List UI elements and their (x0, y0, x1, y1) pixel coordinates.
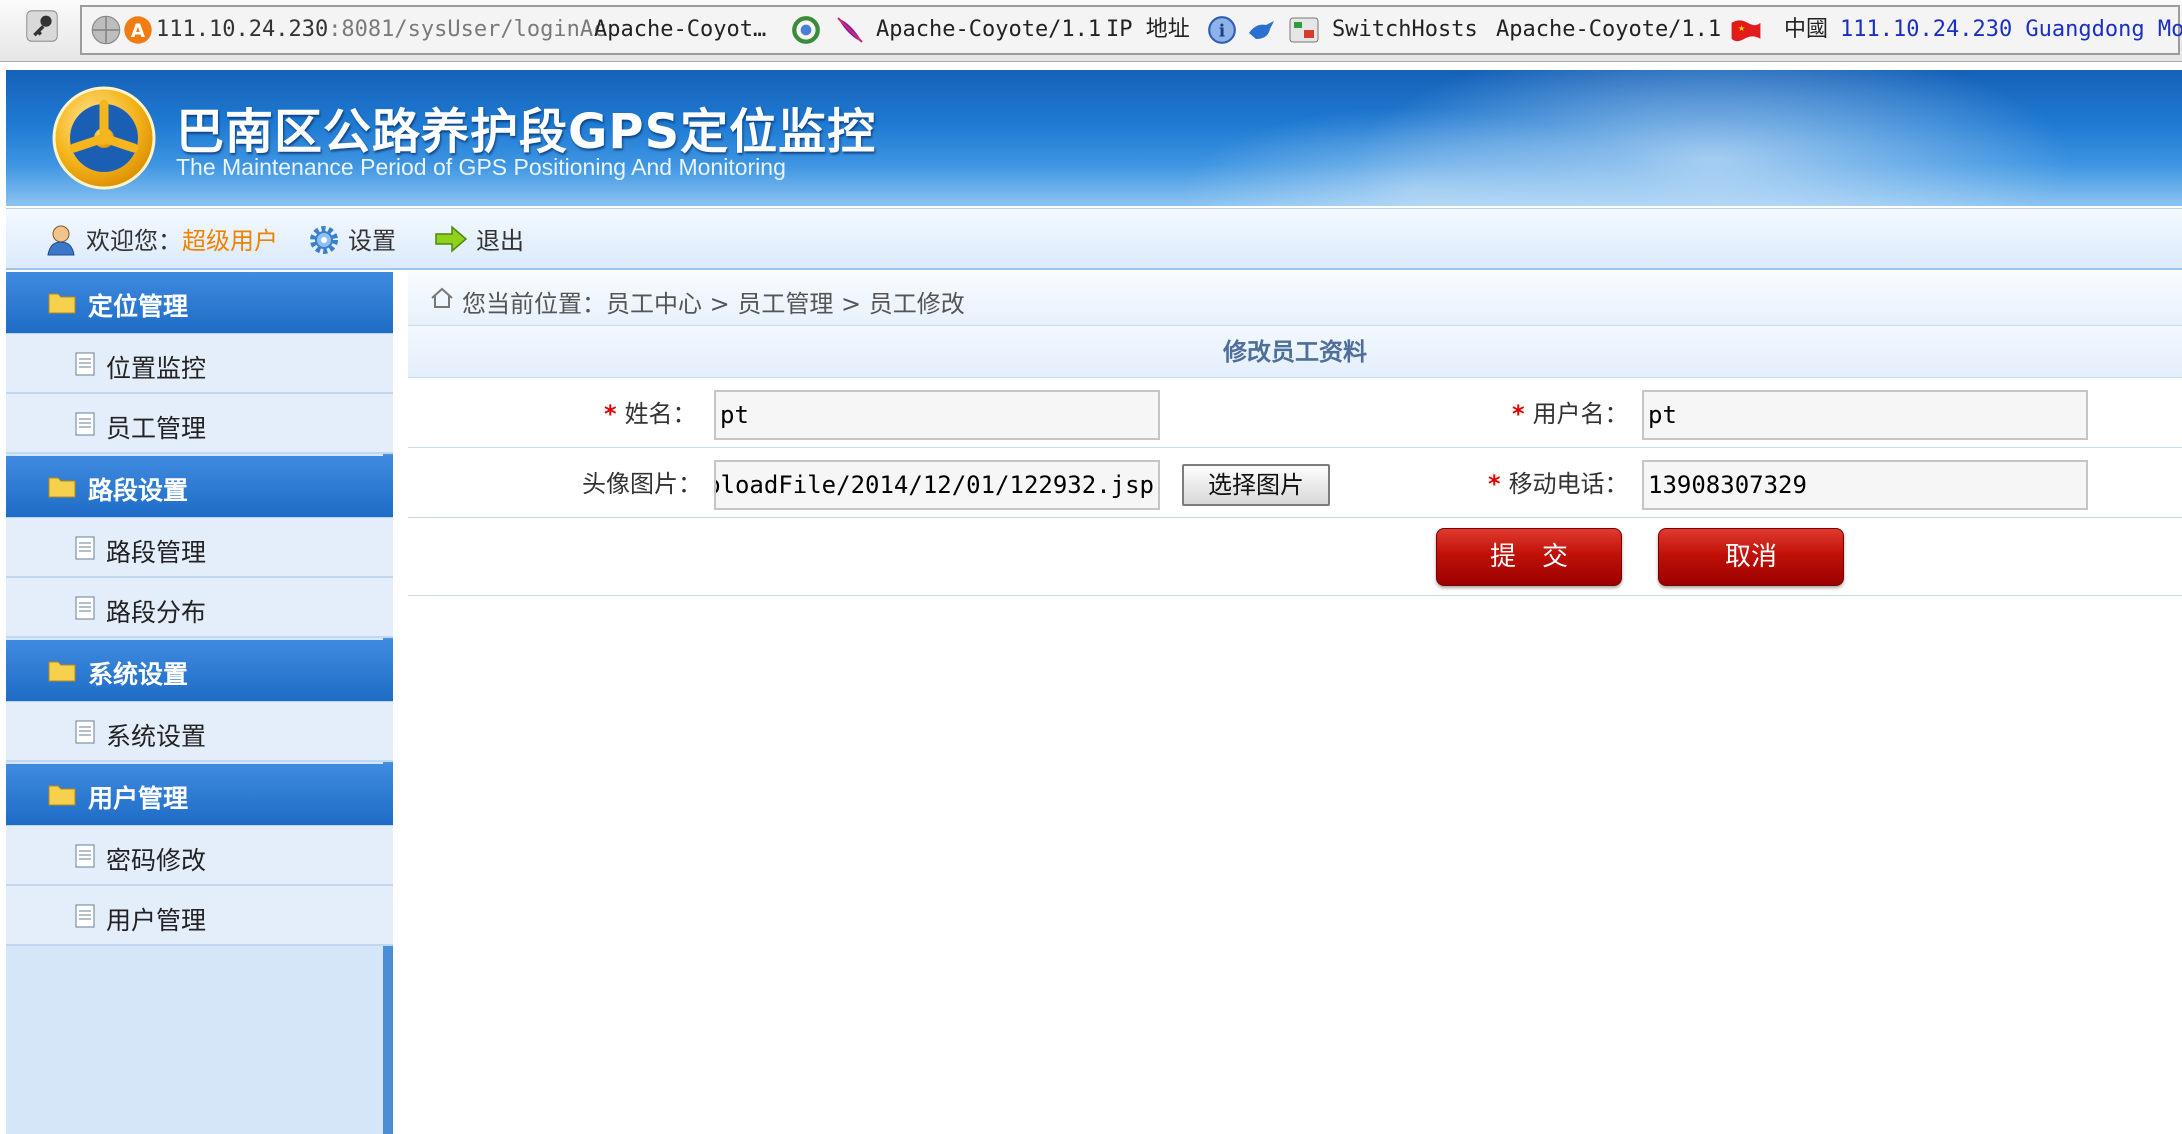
form-actions: 提 交 取消 (408, 518, 2182, 596)
avatar-label: 头像图片： (582, 470, 702, 498)
sidebar-group-road-settings[interactable]: 路段设置 (6, 456, 393, 518)
name-label: * 姓名： (604, 394, 697, 429)
form-title: 修改员工资料 (408, 326, 2182, 378)
key-icon[interactable] (26, 10, 58, 42)
settings-link[interactable]: 设置 (348, 226, 396, 256)
server-header-1[interactable]: Apache-Coyot… (594, 14, 766, 46)
geo-info[interactable]: 111.10.24.230 Guangdong Mobil (1840, 14, 2182, 46)
home-icon (431, 287, 453, 308)
folder-icon (48, 293, 76, 314)
sidebar-item-label: 路段管理 (106, 538, 207, 567)
sidebar-item-road-management[interactable]: 路段管理 (6, 518, 393, 578)
name-field[interactable]: pt (714, 390, 1160, 440)
required-mark: * (604, 400, 617, 428)
sidebar-item-label: 路段分布 (106, 598, 207, 627)
required-mark: * (1488, 470, 1501, 498)
svg-text:A: A (131, 21, 146, 42)
folder-icon (48, 477, 76, 498)
sidebar-item-label: 位置监控 (106, 354, 207, 383)
sidebar-item-location-monitor[interactable]: 位置监控 (6, 334, 393, 394)
breadcrumb-text: 您当前位置：员工中心 > 员工管理 > 员工修改 (462, 290, 965, 318)
svg-text:i: i (1219, 21, 1226, 41)
document-icon (75, 412, 95, 436)
country-label: 中國 (1784, 17, 1829, 42)
avatar-path-value: UploadFile/2014/12/01/122932.jsp (714, 471, 1154, 499)
document-icon (75, 844, 95, 868)
bird-icon[interactable] (1246, 14, 1278, 46)
server-header-3[interactable]: Apache-Coyote/1.1 (1496, 14, 1721, 46)
folder-icon (48, 785, 76, 806)
sidebar-item-label: 系统设置 (106, 722, 207, 751)
document-icon (75, 596, 95, 620)
welcome-label: 欢迎您： (86, 227, 182, 255)
sidebar-item-label: 员工管理 (106, 414, 207, 443)
sidebar-group-label: 路段设置 (88, 476, 189, 505)
sidebar-group-system-settings[interactable]: 系统设置 (6, 640, 393, 702)
switchhosts-icon[interactable] (1288, 14, 1320, 46)
server-header-2[interactable]: Apache-Coyote/1.1 (876, 14, 1101, 46)
browser-address-bar: A 111.10.24.230:8081/sysUser/loginAc Apa… (0, 0, 2182, 62)
top-toolbar: 欢迎您：超级用户 设置 退出 (6, 208, 2182, 270)
document-icon (75, 352, 95, 376)
system-title: 巴南区公路养护段GPS定位监控 (176, 104, 877, 160)
header-banner: 巴南区公路养护段GPS定位监控 The Maintenance Period o… (6, 70, 2182, 206)
username-label-text: 用户名： (1532, 400, 1629, 428)
url-path: :8081/sysUser/loginAc (328, 17, 607, 42)
sidebar-item-system-settings[interactable]: 系统设置 (6, 702, 393, 762)
document-icon (75, 720, 95, 744)
globe-icon (91, 15, 121, 45)
phone-label-text: 移动电话： (1508, 470, 1629, 498)
sidebar-group-location[interactable]: 定位管理 (6, 272, 393, 334)
phone-field[interactable]: 13908307329 (1642, 460, 2088, 510)
info-icon[interactable]: i (1206, 14, 1238, 46)
choose-image-button[interactable]: 选择图片 (1182, 464, 1330, 506)
sidebar-item-employee-management[interactable]: 员工管理 (6, 394, 393, 454)
document-icon (75, 536, 95, 560)
cancel-button[interactable]: 取消 (1658, 528, 1844, 586)
sidebar-item-change-password[interactable]: 密码修改 (6, 826, 393, 886)
breadcrumb: 您当前位置：员工中心 > 员工管理 > 员工修改 (408, 272, 2182, 326)
submit-button[interactable]: 提 交 (1436, 528, 1622, 586)
feather-icon[interactable] (834, 14, 866, 46)
avatar-path-field[interactable]: UploadFile/2014/12/01/122932.jsp (714, 460, 1160, 510)
url-text[interactable]: 111.10.24.230:8081/sysUser/loginAc (156, 14, 606, 46)
logout-link[interactable]: 退出 (476, 226, 524, 256)
phone-label: * 移动电话： (1488, 464, 1629, 499)
ip-address-label[interactable]: IP 地址 (1106, 14, 1190, 46)
sidebar: 定位管理 位置监控 员工管理 路段设置 路段管理 路段分布 系统设置 系统设置 … (6, 272, 393, 1134)
username-field[interactable]: pt (1642, 390, 2088, 440)
exit-arrow-icon[interactable] (434, 224, 468, 254)
switchhosts-label[interactable]: SwitchHosts (1332, 14, 1478, 46)
url-host: 111.10.24.230 (156, 17, 329, 42)
folder-icon (48, 661, 76, 682)
document-icon (75, 904, 95, 928)
sidebar-item-label: 用户管理 (106, 906, 207, 935)
sidebar-item-user-management[interactable]: 用户管理 (6, 886, 393, 946)
current-username: 超级用户 (182, 227, 278, 255)
sidebar-item-road-distribution[interactable]: 路段分布 (6, 578, 393, 638)
steering-wheel-logo-icon (52, 86, 156, 190)
gear-icon[interactable] (308, 224, 340, 256)
form-row-avatar-phone: 头像图片： UploadFile/2014/12/01/122932.jsp 选… (408, 448, 2182, 518)
name-label-text: 姓名： (624, 400, 697, 428)
svg-text:★: ★ (1738, 24, 1745, 33)
refresh-addon-icon[interactable] (790, 14, 822, 46)
form-row-name: * 姓名： pt * 用户名： pt (408, 378, 2182, 448)
user-icon (47, 225, 75, 256)
sidebar-group-label: 用户管理 (88, 784, 189, 813)
required-mark: * (1512, 400, 1525, 428)
sidebar-group-user-management[interactable]: 用户管理 (6, 764, 393, 826)
server-badge-icon: A (124, 16, 152, 44)
sidebar-group-label: 系统设置 (88, 660, 189, 689)
main-content: 您当前位置：员工中心 > 员工管理 > 员工修改 修改员工资料 * 姓名： pt … (408, 272, 2182, 1134)
sidebar-item-label: 密码修改 (106, 846, 207, 875)
welcome-text: 欢迎您：超级用户 (86, 226, 278, 256)
sidebar-group-label: 定位管理 (88, 292, 189, 321)
system-subtitle: The Maintenance Period of GPS Positionin… (176, 154, 786, 180)
china-flag-icon: ★ (1731, 20, 1761, 42)
username-label: * 用户名： (1512, 394, 1629, 429)
